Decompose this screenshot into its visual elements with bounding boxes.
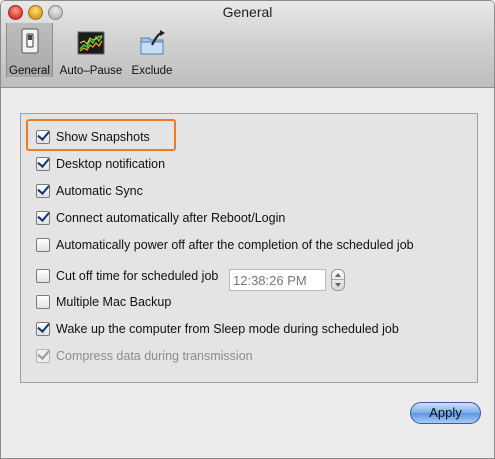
option-compress-data: Compress data during transmission <box>36 348 253 364</box>
cutoff-time-stepper[interactable] <box>331 269 345 291</box>
stepper-down-icon[interactable] <box>335 283 341 287</box>
preferences-window: General General Auto–Pause Exclude Show … <box>0 0 495 459</box>
option-auto-power-off[interactable]: Automatically power off after the comple… <box>36 237 414 253</box>
option-cut-off-time[interactable]: Cut off time for scheduled job <box>36 268 218 284</box>
option-label: Wake up the computer from Sleep mode dur… <box>56 322 399 336</box>
option-show-snapshots[interactable]: Show Snapshots <box>36 129 150 145</box>
apply-button[interactable]: Apply <box>410 402 481 424</box>
option-automatic-sync[interactable]: Automatic Sync <box>36 183 143 199</box>
option-label: Desktop notification <box>56 157 166 171</box>
option-desktop-notification[interactable]: Desktop notification <box>36 156 165 172</box>
toolbar-tab-auto-pause[interactable]: Auto–Pause <box>57 25 125 77</box>
checkbox[interactable] <box>36 238 50 252</box>
checkbox[interactable] <box>36 157 50 171</box>
switch-icon <box>21 28 38 54</box>
folder-arrow-icon <box>140 30 165 55</box>
option-label: Compress data during transmission <box>56 349 253 363</box>
chart-icon <box>77 31 105 55</box>
checkbox[interactable] <box>36 211 50 225</box>
toolbar-tab-label: General <box>9 65 50 77</box>
option-multiple-mac-backup[interactable]: Multiple Mac Backup <box>36 294 171 310</box>
toolbar-tab-label: Exclude <box>131 65 173 77</box>
option-label: Multiple Mac Backup <box>56 295 172 309</box>
checkbox[interactable] <box>36 269 50 283</box>
toolbar-tab-general[interactable]: General <box>6 23 53 77</box>
checkbox <box>36 349 50 363</box>
checkbox[interactable] <box>36 295 50 309</box>
option-wake-up-computer[interactable]: Wake up the computer from Sleep mode dur… <box>36 321 399 337</box>
window-title: General <box>222 4 273 20</box>
stepper-divider <box>332 279 344 280</box>
checkbox[interactable] <box>36 322 50 336</box>
toolbar-tab-label: Auto–Pause <box>59 65 123 77</box>
option-label: Show Snapshots <box>56 130 150 144</box>
cutoff-time-field[interactable]: 12:38:26 PM <box>229 269 326 291</box>
option-connect-after-reboot[interactable]: Connect automatically after Reboot/Login <box>36 210 285 226</box>
option-label: Cut off time for scheduled job <box>56 269 219 283</box>
toolbar-tab-exclude[interactable]: Exclude <box>129 25 175 77</box>
title-bar: General General Auto–Pause Exclude <box>1 1 494 88</box>
option-label: Automatically power off after the comple… <box>56 238 414 252</box>
option-label: Automatic Sync <box>56 184 143 198</box>
checkbox[interactable] <box>36 130 50 144</box>
option-label: Connect automatically after Reboot/Login <box>56 211 286 225</box>
checkbox[interactable] <box>36 184 50 198</box>
stepper-up-icon[interactable] <box>335 273 341 277</box>
